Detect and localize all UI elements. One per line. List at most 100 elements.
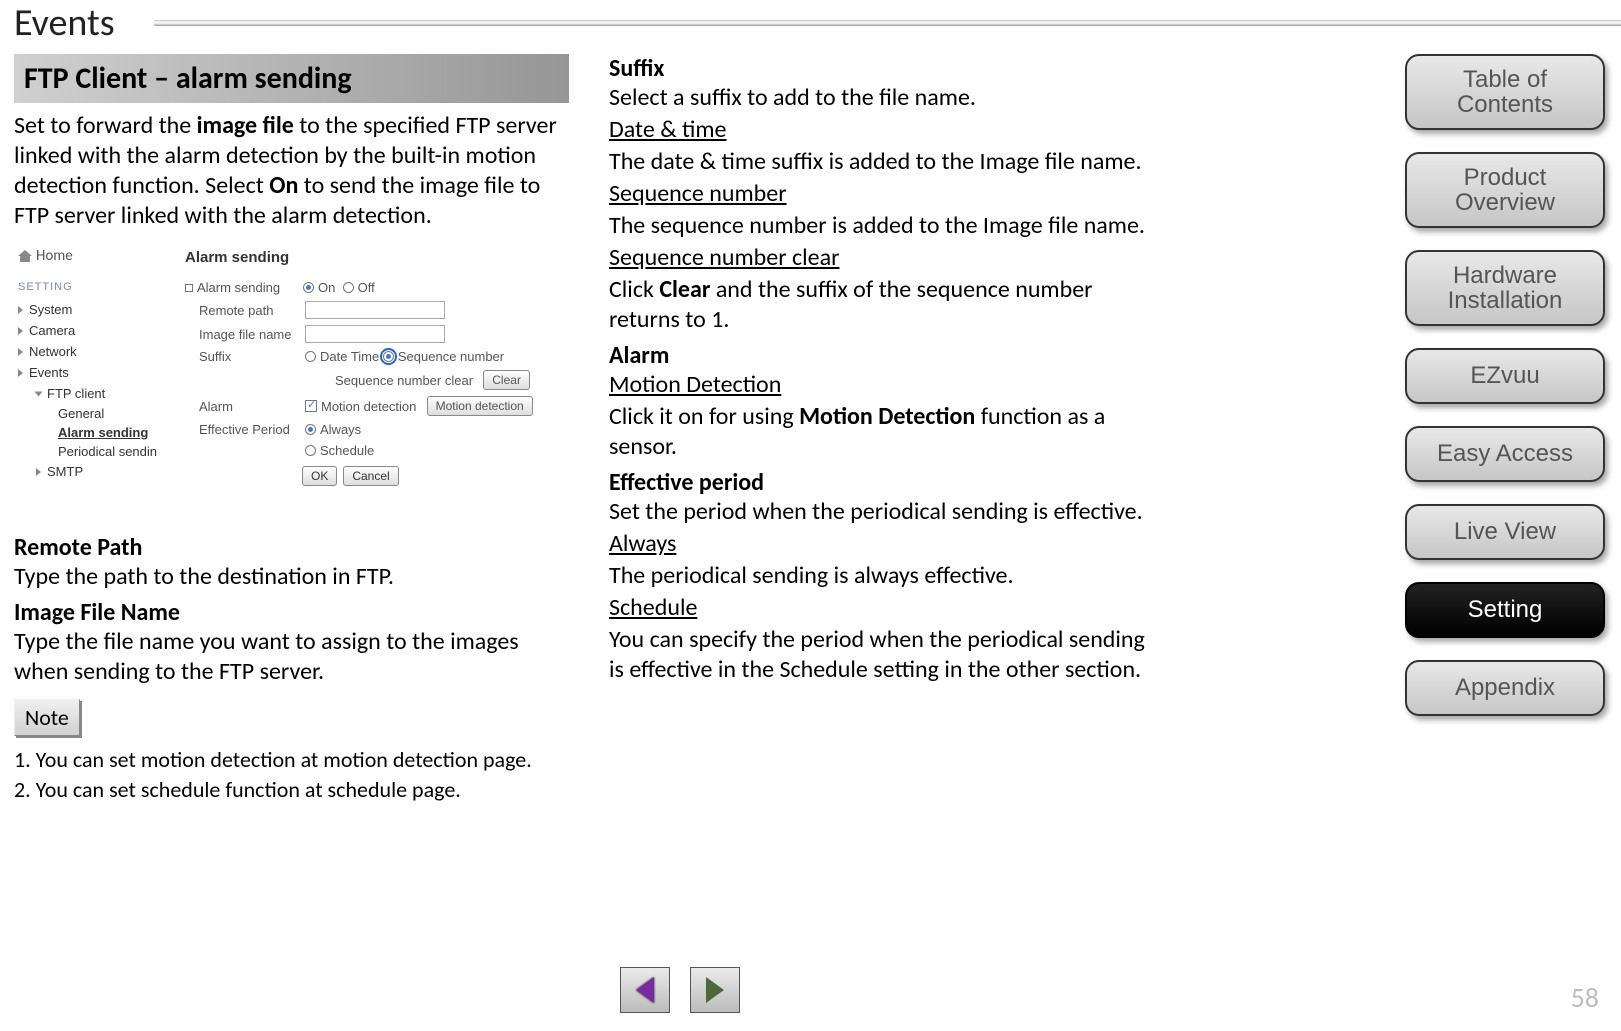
effective-period-heading: Effective period (609, 468, 1148, 497)
bullet-icon (185, 284, 193, 292)
ss-row-image-file: Image file name (185, 325, 563, 343)
home-icon (18, 250, 32, 262)
ss-ok-row: OK Cancel (299, 466, 563, 486)
nav-setting-button[interactable]: Setting (1405, 582, 1605, 638)
text: Effective Period (199, 422, 305, 437)
note-1: 1. You can set motion detection at motio… (14, 746, 569, 774)
text-bold: image file (197, 111, 294, 140)
ss-nav-system: System (18, 299, 175, 320)
next-page-button[interactable] (690, 967, 740, 1013)
ss-nav-events: Events (18, 362, 175, 383)
ss-nav-network: Network (18, 341, 175, 362)
motion-detection-heading: Motion Detection (609, 370, 781, 399)
text: Click (609, 275, 654, 304)
prev-page-button[interactable] (620, 967, 670, 1013)
image-file-name-heading: Image File Name (14, 598, 569, 627)
checkbox-on-icon (305, 400, 317, 412)
ss-row-suffix: Suffix Date Time Sequence number (185, 349, 563, 364)
text-bold: Motion Detection (799, 402, 975, 431)
ss-nav-alarm-sending: Alarm sending (58, 423, 175, 442)
intro-text: Set to forward the image file to the spe… (14, 111, 569, 231)
note-2: 2. You can set schedule function at sche… (14, 776, 569, 804)
nav-ezvuu-button[interactable]: EZvuu (1405, 348, 1605, 404)
radio-icon (305, 445, 316, 456)
date-time-text: The date & time suffix is added to the I… (609, 147, 1148, 177)
expand-icon (18, 369, 23, 377)
effective-period-text: Set the period when the periodical sendi… (609, 497, 1148, 527)
schedule-heading: Schedule (609, 593, 697, 622)
alarm-heading: Alarm (609, 341, 1148, 370)
ss-panel-title: Alarm sending (185, 249, 563, 266)
text: Off (358, 280, 375, 295)
text: FTP client (47, 386, 105, 401)
arrow-right-icon (706, 977, 724, 1003)
always-text: The periodical sending is always effecti… (609, 561, 1148, 591)
text: Image file name (199, 327, 305, 342)
nav-live-view-button[interactable]: Live View (1405, 504, 1605, 560)
text: On (318, 280, 335, 295)
ss-cancel-button: Cancel (343, 466, 398, 486)
text: Remote path (199, 303, 305, 318)
text: SMTP (47, 464, 83, 479)
text: Sequence number clear (335, 373, 473, 388)
text: Camera (29, 323, 75, 338)
nav-appendix-button[interactable]: Appendix (1405, 660, 1605, 716)
ss-row-seq-clear: Sequence number clear Clear (185, 370, 563, 390)
expand-icon (35, 391, 43, 396)
text: Suffix (199, 349, 305, 364)
text: Alarm (199, 399, 305, 414)
page-title: Events (14, 0, 125, 46)
text: Network (29, 344, 77, 359)
expand-icon (36, 468, 41, 476)
schedule-text: You can specify the period when the peri… (609, 625, 1148, 685)
nav-product-button[interactable]: Product Overview (1405, 152, 1605, 228)
radio-on-icon (383, 351, 394, 362)
ss-motion-button: Motion detection (427, 396, 533, 416)
ss-nav-camera: Camera (18, 320, 175, 341)
text: Home (36, 247, 73, 265)
text: Motion detection (321, 399, 416, 414)
ss-row-remote-path: Remote path (185, 301, 563, 319)
expand-icon (18, 327, 23, 335)
page-nav (620, 967, 740, 1013)
ss-nav-smtp: SMTP (36, 461, 175, 482)
nav-easy-access-button[interactable]: Easy Access (1405, 426, 1605, 482)
sequence-clear-text: Click Clear and the suffix of the sequen… (609, 275, 1148, 335)
remote-path-text: Type the path to the destination in FTP. (14, 562, 569, 592)
text: Schedule (320, 443, 374, 458)
arrow-left-icon (636, 977, 654, 1003)
side-nav: Table of Contents Product Overview Hardw… (1405, 54, 1605, 716)
radio-on-icon (305, 424, 316, 435)
text: Date Time (320, 349, 379, 364)
nav-hardware-button[interactable]: Hardware Installation (1405, 250, 1605, 326)
ss-row-schedule: Schedule (185, 443, 563, 458)
text: System (29, 302, 72, 317)
text-bold: On (269, 171, 298, 200)
sequence-number-text: The sequence number is added to the Imag… (609, 211, 1148, 241)
text: Set to forward the (14, 111, 191, 140)
ss-setting-header: SETTING (18, 281, 175, 293)
page-number: 58 (1571, 980, 1599, 1015)
ss-ok-button: OK (302, 466, 337, 486)
radio-icon (305, 351, 316, 362)
text: Sequence number (398, 349, 504, 364)
suffix-heading: Suffix (609, 54, 1148, 83)
text: Click it on for using (609, 402, 794, 431)
nav-toc-button[interactable]: Table of Contents (1405, 54, 1605, 130)
ss-nav-periodical: Periodical sendin (58, 442, 175, 461)
title-divider (154, 20, 1621, 26)
section-heading: FTP Client – alarm sending (14, 54, 569, 103)
ss-home: Home (18, 247, 175, 265)
expand-icon (18, 348, 23, 356)
sequence-number-heading: Sequence number (609, 179, 787, 208)
sequence-clear-heading: Sequence number clear (609, 243, 839, 272)
text: Alarm sending (197, 280, 303, 295)
radio-on-icon (303, 282, 314, 293)
always-heading: Always (609, 529, 676, 558)
ss-row-effective: Effective Period Always (185, 422, 563, 437)
expand-icon (18, 306, 23, 314)
ss-nav-general: General (58, 404, 175, 423)
radio-off-icon (343, 282, 354, 293)
text: Always (320, 422, 361, 437)
ss-row-alarm-sending: Alarm sending On Off (185, 280, 563, 295)
